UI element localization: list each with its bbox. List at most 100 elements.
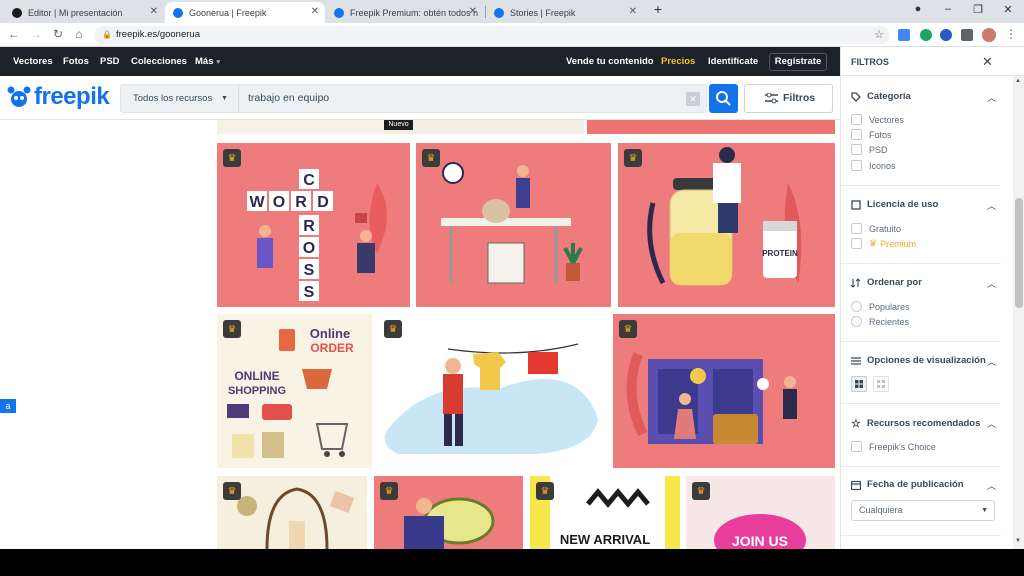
checkbox[interactable]: [851, 223, 862, 234]
chevron-up-icon[interactable]: ︿: [987, 277, 996, 290]
back-icon[interactable]: ←: [7, 27, 21, 41]
filters-title: FILTROS: [851, 57, 889, 67]
nav-fotos[interactable]: Fotos: [63, 56, 89, 67]
license-section-header[interactable]: Licencia de uso: [851, 199, 938, 210]
browser-menu-icon[interactable]: ⋮: [1004, 27, 1018, 41]
tab-freepik-premium[interactable]: Freepik Premium: obtén todos n ✕: [326, 2, 483, 23]
license-icon: [851, 199, 861, 210]
register-button[interactable]: Regístrate: [769, 53, 827, 71]
thumbnail-laundry-man[interactable]: ♛: [378, 314, 606, 468]
option-premium[interactable]: ♛ Premium: [851, 238, 916, 249]
option-freepiks-choice[interactable]: Freepik's Choice: [851, 441, 936, 452]
home-icon[interactable]: ⌂: [72, 27, 86, 41]
thumbnail-partial[interactable]: [587, 120, 835, 134]
nav-vectores[interactable]: Vectores: [13, 56, 53, 67]
thumbnail-online-shopping[interactable]: ♛ Online ORDER ONLINE SHOPPING: [217, 314, 372, 468]
filters-button[interactable]: Filtros: [744, 84, 833, 113]
nav-colecciones[interactable]: Colecciones: [131, 56, 187, 67]
checkbox[interactable]: [851, 238, 862, 249]
feedback-tab-icon[interactable]: a: [0, 399, 16, 413]
chevron-up-icon[interactable]: ︿: [987, 479, 996, 492]
thumbnail-avocado-man[interactable]: ♛: [374, 476, 523, 549]
resource-type-dropdown[interactable]: Todos los recursos ▼: [121, 85, 239, 112]
panel-scrollbar[interactable]: ▲ ▼: [1013, 76, 1024, 549]
sort-section-header[interactable]: Ordenar por: [851, 277, 922, 288]
thumbnail-join-us[interactable]: ♛ JOIN US: [686, 476, 835, 549]
tab-editor[interactable]: Editor | Mi presentación ✕: [4, 2, 164, 23]
option-vectores[interactable]: Vectores: [851, 114, 904, 125]
option-label: Fotos: [869, 129, 892, 140]
chevron-up-icon[interactable]: ︿: [987, 355, 996, 368]
chevron-up-icon[interactable]: ︿: [987, 91, 996, 104]
recommended-section-header[interactable]: ☆ Recursos recomendados: [851, 417, 980, 430]
grammar-extension-icon[interactable]: [920, 29, 932, 41]
bookmark-star-icon[interactable]: ☆: [874, 26, 884, 44]
option-label: Populares: [869, 301, 910, 312]
option-fotos[interactable]: Fotos: [851, 129, 892, 140]
date-select-value: Cualquiera: [859, 505, 903, 515]
option-iconos[interactable]: Iconos: [851, 160, 896, 171]
option-gratuito[interactable]: Gratuito: [851, 223, 901, 234]
tab-search-icon[interactable]: ●: [910, 3, 926, 15]
close-tab-icon[interactable]: ✕: [150, 6, 158, 17]
thumbnail-office-workers[interactable]: ♛: [416, 143, 611, 307]
grid-view-large-button[interactable]: [851, 376, 867, 392]
option-psd[interactable]: PSD: [851, 144, 888, 155]
close-tab-icon[interactable]: ✕: [629, 6, 637, 17]
checkbox[interactable]: [851, 114, 862, 125]
close-tab-icon[interactable]: ✕: [311, 6, 319, 17]
freepik-logo[interactable]: freepik: [6, 83, 110, 111]
category-section-header[interactable]: Categoría: [851, 91, 911, 102]
scrollbar-thumb[interactable]: [1015, 198, 1023, 308]
maximize-button[interactable]: ❐: [970, 3, 986, 16]
date-section-header[interactable]: Fecha de publicación: [851, 479, 964, 490]
date-select[interactable]: Cualquiera ▼: [851, 500, 995, 521]
checkbox[interactable]: [851, 144, 862, 155]
search-input[interactable]: trabajo en equipo: [248, 85, 329, 112]
thumbnail-word-cross[interactable]: ♛ W O R D C R O S S: [217, 143, 410, 307]
clear-search-icon[interactable]: ✕: [686, 92, 700, 106]
radio[interactable]: [851, 316, 862, 327]
checkbox[interactable]: [851, 441, 862, 452]
close-filters-icon[interactable]: ✕: [982, 54, 993, 70]
address-bar[interactable]: 🔒 freepik.es/goonerua ☆: [94, 26, 890, 44]
letter-o2: O: [303, 240, 315, 257]
option-populares[interactable]: Populares: [851, 301, 910, 312]
search-button[interactable]: [709, 84, 738, 113]
thumbnail-locker-travel[interactable]: ♛: [613, 314, 835, 468]
thumbnail-protein-shake[interactable]: ♛ PROTEIN: [618, 143, 835, 307]
minimize-button[interactable]: –: [940, 3, 956, 15]
forward-icon[interactable]: →: [29, 27, 43, 41]
reload-icon[interactable]: ↻: [51, 27, 65, 41]
close-tab-icon[interactable]: ✕: [469, 6, 477, 17]
close-window-button[interactable]: ✕: [1000, 3, 1016, 16]
nav-pricing[interactable]: Precios: [661, 56, 695, 67]
scroll-up-icon[interactable]: ▲: [1015, 78, 1021, 84]
profile-avatar[interactable]: [982, 28, 996, 42]
nav-login[interactable]: Identifícate: [708, 56, 758, 67]
radio[interactable]: [851, 301, 862, 312]
chevron-up-icon[interactable]: ︿: [987, 417, 996, 430]
checkbox[interactable]: [851, 160, 862, 171]
translate-extension-icon[interactable]: [898, 29, 910, 41]
extensions-puzzle-icon[interactable]: [961, 29, 973, 41]
tab-stories[interactable]: Stories | Freepik ✕: [486, 2, 643, 23]
thumbnail-new-arrival[interactable]: ♛ NEW ARRIVAL: [530, 476, 680, 549]
url-text: freepik.es/goonerua: [116, 29, 200, 40]
chevron-up-icon[interactable]: ︿: [987, 199, 996, 212]
thumbnail-partial[interactable]: [217, 120, 384, 134]
grid-view-small-button[interactable]: [873, 376, 889, 392]
online-shopping-label-2: SHOPPING: [228, 385, 286, 397]
thumbnail-partial[interactable]: [384, 120, 584, 134]
checkbox[interactable]: [851, 129, 862, 140]
tab-goonerua[interactable]: Goonerua | Freepik ✕: [165, 2, 325, 23]
thumbnail-rattan-chair[interactable]: ♛: [217, 476, 367, 549]
new-tab-button[interactable]: +: [650, 1, 666, 17]
nav-mas[interactable]: Más ▾: [195, 56, 220, 67]
nav-sell-content[interactable]: Vende tu contenido: [566, 56, 654, 67]
nav-psd[interactable]: PSD: [100, 56, 120, 67]
vpn-extension-icon[interactable]: [940, 29, 952, 41]
scroll-down-icon[interactable]: ▼: [1015, 538, 1021, 544]
view-options-section-header[interactable]: Opciones de visualización: [851, 355, 986, 366]
option-recientes[interactable]: Recientes: [851, 316, 909, 327]
